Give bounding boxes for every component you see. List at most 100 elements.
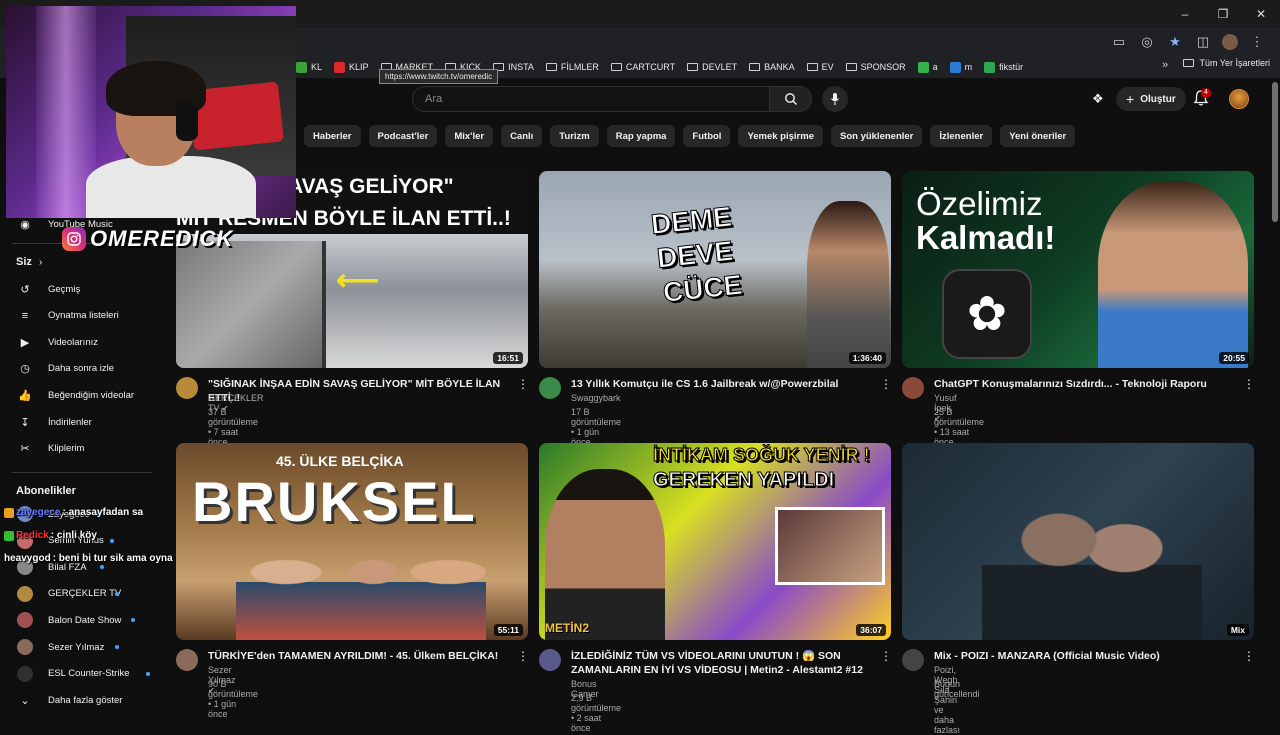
divider	[12, 472, 152, 473]
sidebar-item-like[interactable]: 👍 Beğendiğim videolar	[0, 382, 170, 408]
bookmark-item[interactable]: a	[917, 61, 938, 73]
you-heading[interactable]: Siz ›	[16, 256, 42, 268]
video-thumbnail[interactable]: DEME DEVE CÜCE 1:36:40	[539, 171, 891, 368]
bookmark-item[interactable]: fikstür	[984, 61, 1023, 73]
thumbnail-text: Özelimiz	[916, 185, 1043, 222]
thumbnail-text: METİN2	[545, 621, 590, 635]
channel-name[interactable]: Swaggybark	[571, 393, 621, 403]
video-thumbnail[interactable]: 45. ÜLKE BELÇİKA BRUKSEL 55:11	[176, 443, 528, 640]
subscription-item[interactable]: ESL Counter-Strike	[0, 661, 170, 687]
create-button[interactable]: + Oluştur	[1116, 87, 1186, 111]
filter-chip[interactable]: Futbol	[683, 125, 731, 147]
more-actions-icon[interactable]: ⋮	[1243, 649, 1255, 663]
live-indicator	[115, 591, 120, 596]
eye-off-icon[interactable]: ◎	[1138, 33, 1156, 51]
filter-chip[interactable]: Son yüklenenler	[830, 125, 923, 147]
filter-chip[interactable]: Rap yapma	[606, 125, 676, 147]
bookmark-label: FİLMLER	[560, 62, 599, 72]
bookmark-item[interactable]: BANKA	[749, 62, 795, 72]
more-actions-icon[interactable]: ⋮	[1243, 377, 1255, 391]
filter-chip[interactable]: Podcast'ler	[368, 125, 438, 147]
thumbnail-text: CÜCE	[661, 268, 744, 309]
watermark-text: OMEREDICK	[90, 226, 234, 251]
restore-icon[interactable]: ❐	[1204, 0, 1242, 28]
video-title[interactable]: 13 Yıllık Komutçu ile CS 1.6 Jailbreak w…	[571, 377, 871, 391]
sidebar-item-watch-later[interactable]: ◷ Daha sonra izle	[0, 356, 170, 382]
profile-avatar[interactable]	[1222, 34, 1238, 50]
channel-avatar[interactable]	[176, 649, 198, 671]
channel-avatar[interactable]	[902, 649, 924, 671]
bookmark-item[interactable]: KLIP	[334, 61, 369, 73]
voice-search-button[interactable]	[822, 86, 848, 112]
more-actions-icon[interactable]: ⋮	[517, 649, 529, 663]
video-title[interactable]: Mix - POIZI - MANZARA (Official Music Vi…	[934, 649, 1234, 663]
install-app-icon[interactable]: ▭	[1110, 33, 1128, 51]
subscription-item[interactable]: Balon Date Show	[0, 607, 170, 633]
bookmark-item[interactable]: SPONSOR	[845, 62, 906, 72]
video-title[interactable]: İZLEDİĞİNİZ TÜM VS VİDEOLARINI UNUTUN ! …	[571, 649, 871, 677]
like-icon: 👍	[18, 389, 32, 402]
search-button[interactable]	[770, 86, 812, 112]
channel-avatar[interactable]	[539, 377, 561, 399]
close-icon[interactable]: ✕	[1242, 0, 1280, 28]
sidebar-item-your-videos[interactable]: ▶ Videolarınız	[0, 329, 170, 355]
filter-chip[interactable]: Canlı	[501, 125, 543, 147]
all-bookmarks-label: Tüm Yer İşaretleri	[1199, 58, 1270, 68]
filter-chip[interactable]: Yemek pişirme	[738, 125, 823, 147]
minimize-icon[interactable]: –	[1166, 0, 1204, 28]
channel-avatar[interactable]	[176, 377, 198, 399]
user-avatar[interactable]	[1229, 89, 1249, 109]
channel-name[interactable]: Poizi, Wegh, Sıla Şahin ve daha fazlası	[934, 665, 960, 735]
bookmark-label: KL	[311, 62, 323, 72]
cast-icon[interactable]: ❖	[1092, 91, 1104, 107]
scrollbar[interactable]	[1272, 82, 1278, 222]
subscription-item[interactable]: Sezer Yılmaz	[0, 634, 170, 660]
thumbnail-text: GEREKEN YAPILDI	[652, 469, 835, 492]
filter-chip[interactable]: Mix'ler	[445, 125, 494, 147]
filter-chip[interactable]: Haberler	[303, 125, 361, 147]
kebab-menu-icon[interactable]: ⋮	[1248, 33, 1266, 51]
more-actions-icon[interactable]: ⋮	[517, 377, 529, 391]
sidebar-item-playlist[interactable]: ≡ Oynatma listeleri	[0, 303, 170, 329]
bookmark-item[interactable]: INSTA	[493, 62, 534, 72]
sidebar-item-download[interactable]: ↧ İndirilenler	[0, 409, 170, 435]
person	[545, 469, 665, 640]
channel-avatar[interactable]	[902, 377, 924, 399]
video-thumbnail[interactable]: İNTİKAM SOĞUK YENİR ! GEREKEN YAPILDI METİ…	[539, 443, 891, 640]
couple	[982, 473, 1202, 640]
watch-later-icon: ◷	[20, 363, 30, 376]
video-thumbnail[interactable]: Özelimiz Kalmadı! ✿ 20:55	[902, 171, 1254, 368]
channel-avatar	[17, 665, 33, 682]
bookmark-item[interactable]: CARTCURT	[610, 62, 675, 72]
bookmark-item[interactable]: EV	[806, 62, 834, 72]
subscription-item[interactable]: GERÇEKLER TV	[0, 581, 170, 607]
show-more-button[interactable]: ⌄ Daha fazla göster	[0, 687, 170, 713]
filter-chip[interactable]: İzlenenler	[930, 125, 993, 147]
video-thumbnail[interactable]: Mix	[902, 443, 1254, 640]
search-input[interactable]: Ara	[412, 86, 770, 112]
bookmark-item[interactable]: DEVLET	[687, 62, 737, 72]
sidebar-item-clips[interactable]: ✂ Kliplerim	[0, 436, 170, 462]
bookmark-item[interactable]: KL	[296, 61, 323, 73]
more-actions-icon[interactable]: ⋮	[880, 377, 892, 391]
video-title[interactable]: TÜRKİYE'den TAMAMEN AYRILDIM! - 45. Ülke…	[208, 649, 508, 663]
channel-avatar[interactable]	[539, 649, 561, 671]
extensions-icon[interactable]: ◫	[1194, 33, 1212, 51]
video-title[interactable]: ChatGPT Konuşmalarınızı Sızdırdı... - Te…	[934, 377, 1234, 391]
filter-chip[interactable]: Yeni öneriler	[1000, 125, 1076, 147]
bookmark-item[interactable]: m	[949, 61, 972, 73]
bookmark-item[interactable]: FİLMLER	[545, 62, 599, 72]
all-bookmarks[interactable]: Tüm Yer İşaretleri	[1183, 58, 1270, 68]
video-meta: 90 B görüntüleme • 1 gün önce	[208, 679, 259, 719]
yellow-arrow-icon: ⟵	[336, 264, 380, 297]
more-actions-icon[interactable]: ⋮	[880, 649, 892, 663]
chat-message: heavygod: beni bi tur sik ama oyna	[4, 553, 173, 564]
favicon-icon	[917, 61, 929, 73]
filter-chip[interactable]: Turizm	[550, 125, 599, 147]
chat-badge-icon	[4, 507, 14, 518]
chatgpt-logo-icon: ✿	[942, 269, 1032, 359]
address-bar[interactable]	[296, 32, 1226, 54]
bookmark-star-icon[interactable]: ★	[1166, 33, 1184, 51]
bookmarks-overflow-icon[interactable]: »	[1162, 59, 1168, 71]
sidebar-item-history[interactable]: ↺ Geçmiş	[0, 276, 170, 302]
